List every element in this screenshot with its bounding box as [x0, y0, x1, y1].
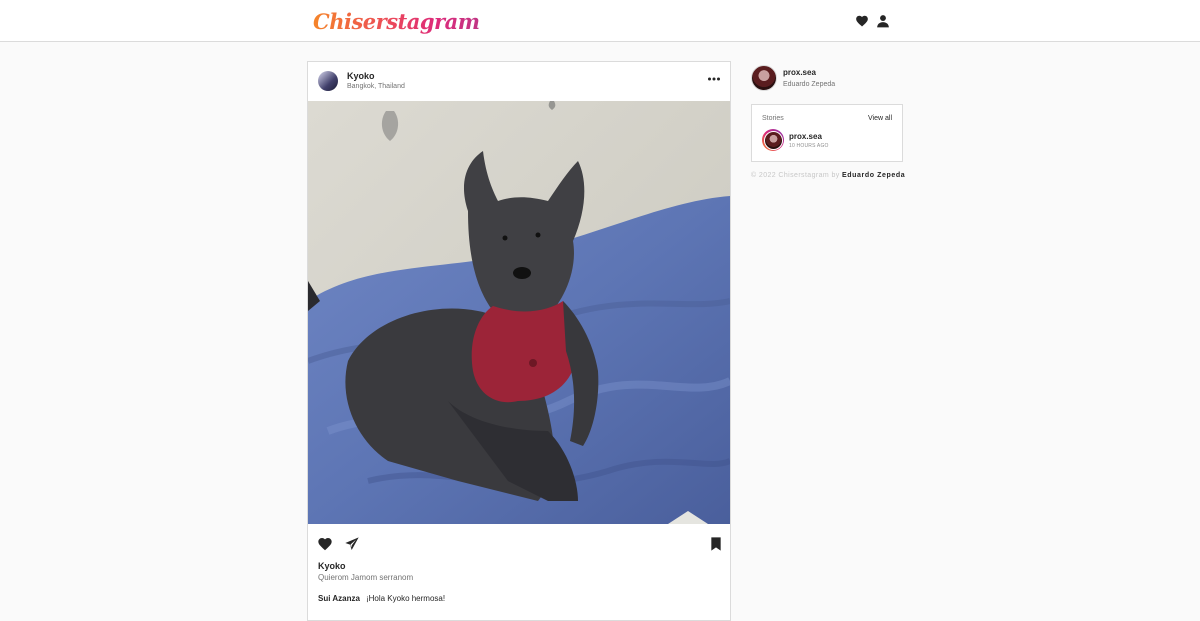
view-all-stories-link[interactable]: View all	[868, 115, 892, 122]
top-navbar: Chiserstagram	[0, 0, 1200, 42]
profile-username[interactable]: prox.sea	[783, 68, 816, 77]
app-logo[interactable]: Chiserstagram	[313, 8, 480, 36]
footer-copyright: © 2022 Chiserstagram by	[751, 172, 840, 179]
caption-username[interactable]: Kyoko	[318, 561, 346, 571]
stories-title: Stories	[762, 115, 784, 122]
comment: Sui Azanza ¡Hola Kyoko hermosa!	[318, 594, 445, 603]
story-username[interactable]: prox.sea	[789, 132, 822, 141]
ellipsis-icon[interactable]	[707, 74, 721, 84]
story-avatar[interactable]	[762, 129, 784, 151]
comment-username[interactable]: Sui Azanza	[318, 594, 360, 603]
post-author-avatar[interactable]	[318, 71, 338, 91]
post-photo[interactable]	[308, 101, 730, 524]
footer: © 2022 Chiserstagram by Eduardo Zepeda	[751, 172, 905, 179]
bookmark-icon[interactable]	[708, 536, 724, 552]
user-icon[interactable]	[876, 14, 890, 28]
caption-text: Quierom Jamom serranom	[318, 573, 414, 582]
profile-fullname: Eduardo Zepeda	[783, 81, 836, 88]
heart-icon[interactable]	[855, 14, 869, 28]
heart-icon[interactable]	[317, 536, 333, 552]
post-location[interactable]: Bangkok, Thailand	[347, 83, 405, 90]
post-author-username[interactable]: Kyoko	[347, 71, 375, 81]
comment-text: ¡Hola Kyoko hermosa!	[365, 594, 446, 603]
profile-avatar[interactable]	[751, 65, 777, 91]
post-header: Kyoko Bangkok, Thailand	[308, 62, 730, 101]
feed-post: Kyoko Bangkok, Thailand Kyoko Quierom Ja…	[307, 61, 731, 621]
footer-author-link[interactable]: Eduardo Zepeda	[842, 172, 905, 179]
story-timestamp: 10 HOURS AGO	[789, 143, 829, 149]
paper-plane-icon[interactable]	[344, 536, 360, 552]
stories-panel: Stories View all prox.sea 10 HOURS AGO	[751, 104, 903, 162]
post-actions	[308, 532, 730, 556]
dog-photo-illustration	[308, 101, 730, 524]
